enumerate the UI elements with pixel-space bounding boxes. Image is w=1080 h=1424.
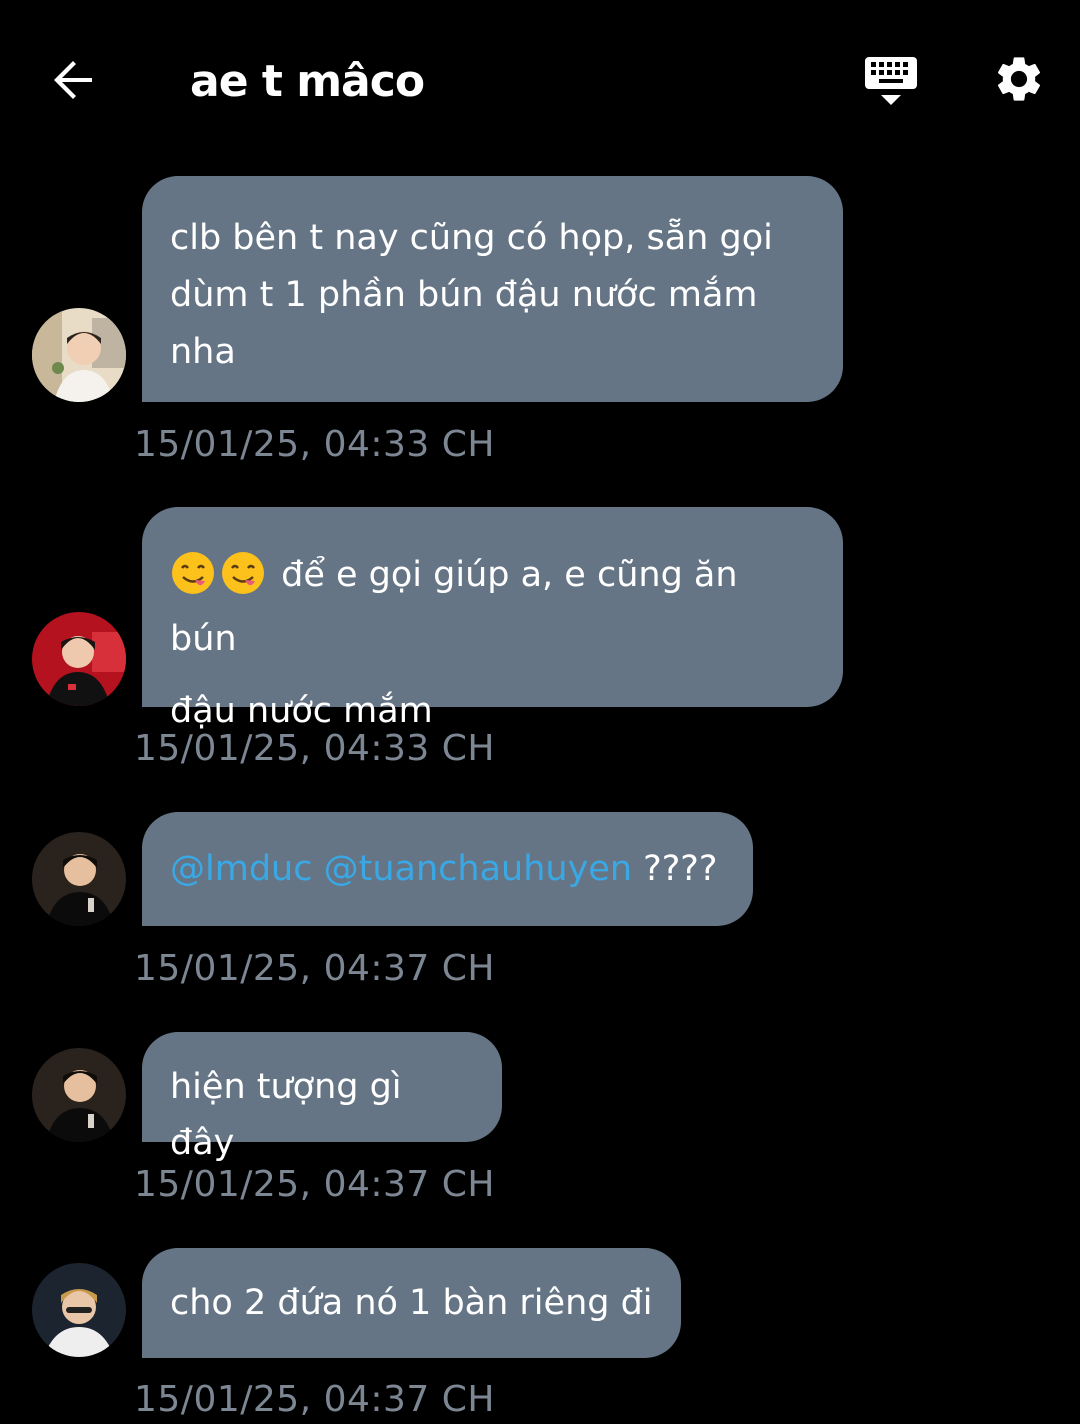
message-line: clb bên t nay cũng có họp, sẵn gọi <box>170 218 773 258</box>
avatar[interactable] <box>32 308 126 402</box>
message-bubble[interactable]: clb bên t nay cũng có họp, sẵn gọi dùm t… <box>142 176 843 402</box>
message-timestamp: 15/01/25, 04:37 CH <box>134 1379 495 1420</box>
message-line: để e gọi giúp a, e cũng ăn bún <box>170 543 815 671</box>
message-timestamp: 15/01/25, 04:37 CH <box>134 948 495 989</box>
message-list[interactable]: clb bên t nay cũng có họp, sẵn gọi dùm t… <box>0 0 1080 1424</box>
avatar[interactable] <box>32 1263 126 1357</box>
message-bubble[interactable]: để e gọi giúp a, e cũng ăn bún đậu nước … <box>142 507 843 731</box>
yum-emoji-icon <box>172 552 214 594</box>
message-bubble[interactable]: cho 2 đứa nó 1 bàn riêng đi <box>142 1248 681 1358</box>
avatar[interactable] <box>32 832 126 926</box>
avatar[interactable] <box>32 612 126 706</box>
message-line: nha <box>170 332 236 372</box>
avatar-user-3 <box>32 1048 126 1142</box>
message-text: ???? <box>632 849 718 889</box>
avatar-user-1 <box>32 308 126 402</box>
mention-link[interactable]: @lmduc <box>170 849 312 889</box>
avatar-user-2 <box>32 612 126 706</box>
message-line: dùm t 1 phần bún đậu nước mắm <box>170 275 758 315</box>
mention-link[interactable]: @tuanchauhuyen <box>324 849 632 889</box>
message-text: cho 2 đứa nó 1 bàn riêng đi <box>170 1283 653 1323</box>
message-timestamp: 15/01/25, 04:33 CH <box>134 728 495 769</box>
avatar-user-3 <box>32 832 126 926</box>
avatar-user-4 <box>32 1263 126 1357</box>
message-text: hiện tượng gì đây <box>170 1067 402 1163</box>
avatar[interactable] <box>32 1048 126 1142</box>
message-bubble[interactable]: @lmduc @tuanchauhuyen ???? <box>142 812 753 926</box>
yum-emoji-icon <box>222 552 264 594</box>
message-timestamp: 15/01/25, 04:37 CH <box>134 1164 495 1205</box>
message-line: @lmduc @tuanchauhuyen ???? <box>170 841 725 897</box>
message-bubble[interactable]: hiện tượng gì đây <box>142 1032 502 1163</box>
message-timestamp: 15/01/25, 04:33 CH <box>134 424 495 465</box>
